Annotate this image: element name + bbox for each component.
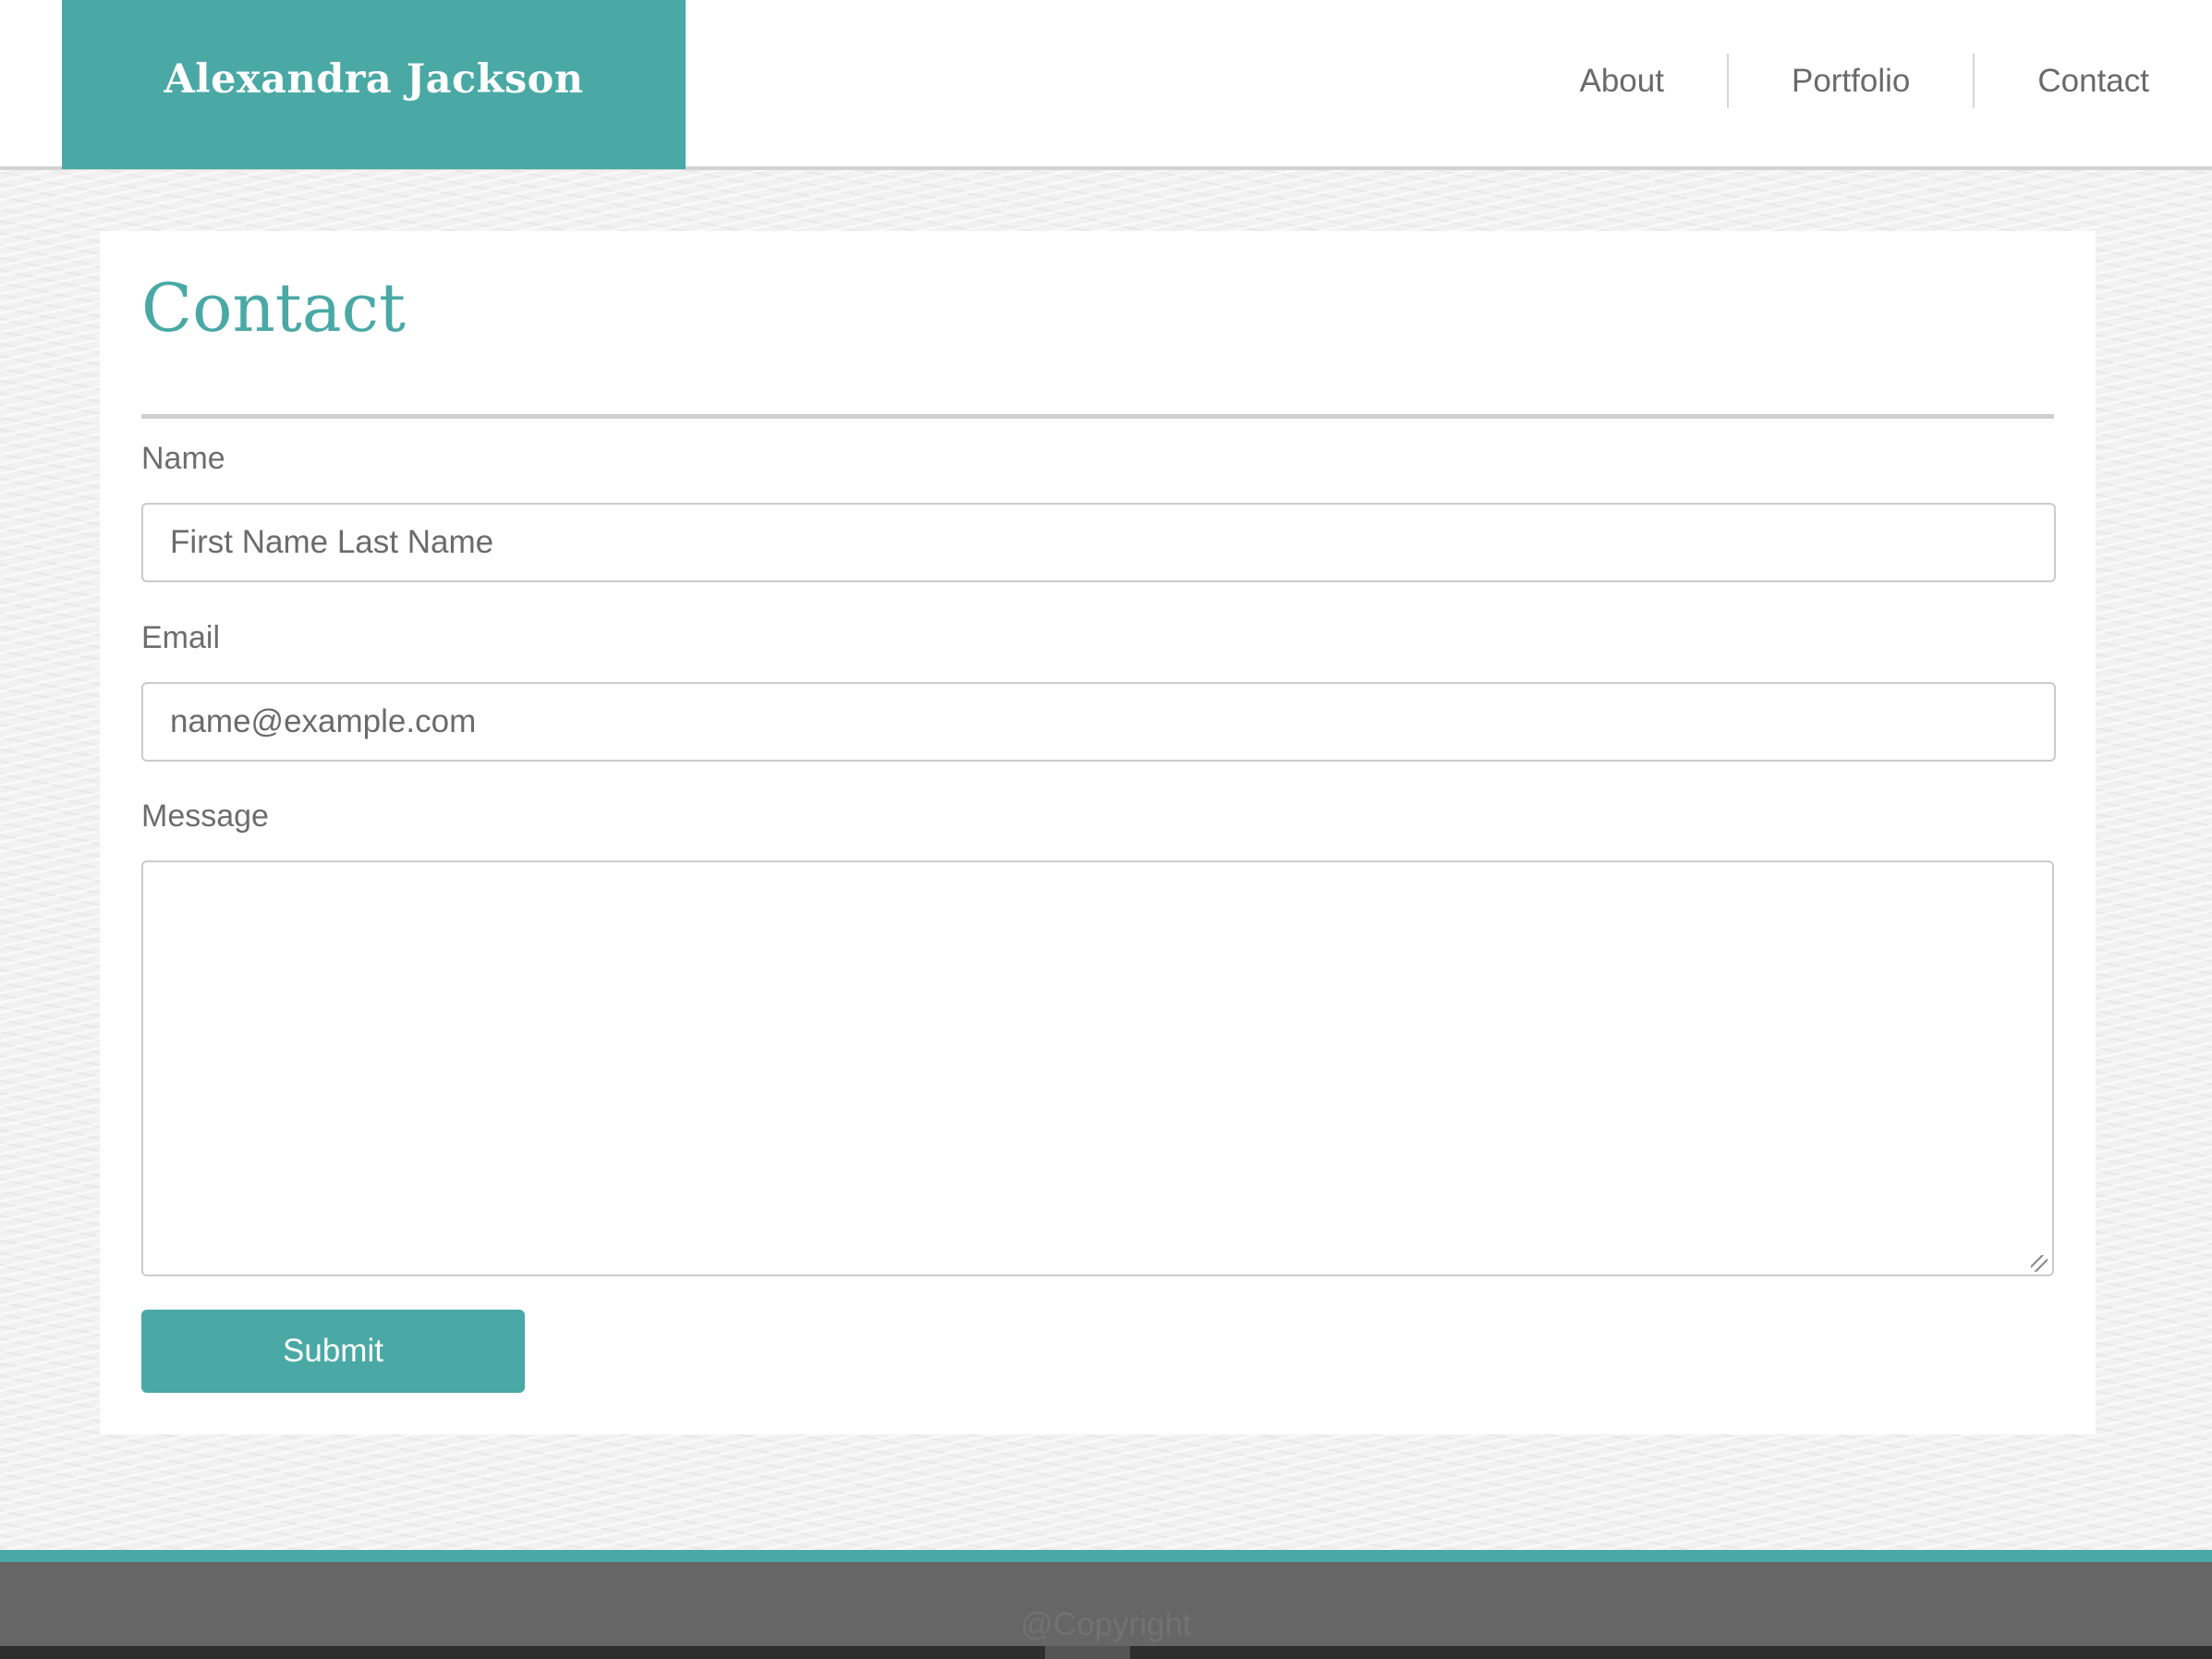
message-label: Message: [141, 799, 269, 834]
copyright-text: @Copyright: [1020, 1606, 1192, 1642]
submit-button[interactable]: Submit: [141, 1310, 525, 1393]
brand-name[interactable]: Alexandra Jackson: [164, 56, 583, 103]
brand-block[interactable]: Alexandra Jackson: [62, 0, 686, 169]
name-label: Name: [141, 441, 225, 476]
footer-bottom-strip: [0, 1646, 2212, 1659]
email-label: Email: [141, 620, 221, 655]
contact-card: Contact Name Email Message Submit: [100, 231, 2096, 1434]
email-input[interactable]: [141, 682, 2056, 762]
main-nav: About Portfolio Contact: [1517, 54, 2191, 108]
message-textarea[interactable]: [141, 860, 2054, 1276]
footer-bottom-tab: [1045, 1646, 1130, 1659]
resize-grip-icon[interactable]: [2031, 1255, 2048, 1272]
title-divider: [141, 414, 2054, 419]
nav-link-portfolio[interactable]: Portfolio: [1729, 54, 1973, 108]
site-header: Alexandra Jackson About Portfolio Contac…: [0, 0, 2212, 170]
footer-accent-bar: [0, 1550, 2212, 1562]
nav-link-about[interactable]: About: [1517, 54, 1727, 108]
site-footer: @Copyright: [0, 1562, 2212, 1659]
name-input[interactable]: [141, 503, 2056, 582]
page-title: Contact: [141, 269, 406, 347]
nav-link-contact[interactable]: Contact: [1975, 54, 2190, 108]
